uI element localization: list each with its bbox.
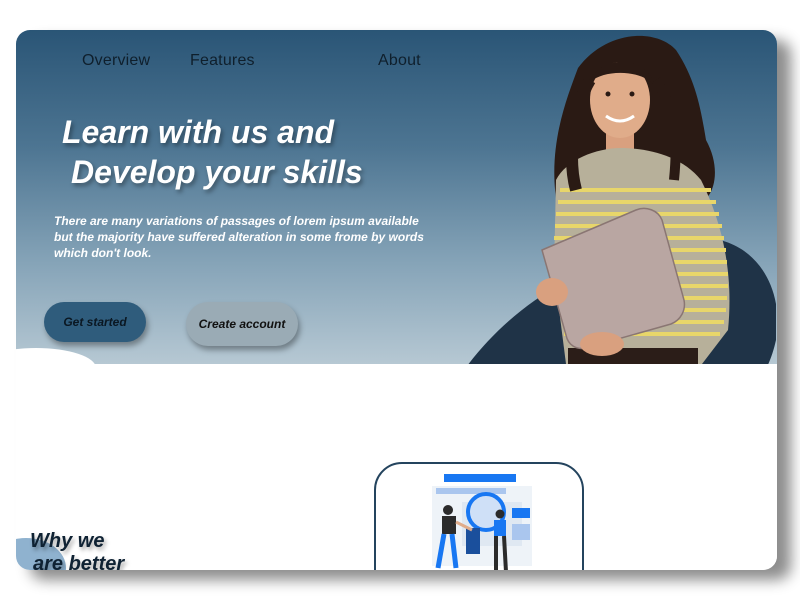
hero-title: Learn with us and Develop your skills [62,112,482,192]
hero-title-line2: Develop your skills [71,154,363,190]
magnifier-illustration-icon [432,474,532,570]
feature-card[interactable] [374,462,584,570]
get-started-button[interactable]: Get started [44,302,146,342]
why-title-line1: Why we [30,530,105,552]
woman-with-laptop-illustration [536,35,730,364]
hero-description: There are many variations of passages of… [54,214,424,260]
create-account-button[interactable]: Create account [186,302,298,346]
nav-features[interactable]: Features [190,52,255,70]
hero-section: Overview Features About Learn with us an… [16,30,777,364]
nav-overview[interactable]: Overview [82,52,150,70]
why-title-line2: are better [33,553,125,570]
why-title: Why we are better [30,530,124,570]
why-section: Why we are better [16,364,777,570]
hero-title-line1: Learn with us and [62,114,335,150]
hero-bottom-curve [16,348,96,364]
page-frame: Overview Features About Learn with us an… [16,30,777,570]
top-nav: Overview Features About [16,30,536,90]
nav-about[interactable]: About [378,52,421,70]
